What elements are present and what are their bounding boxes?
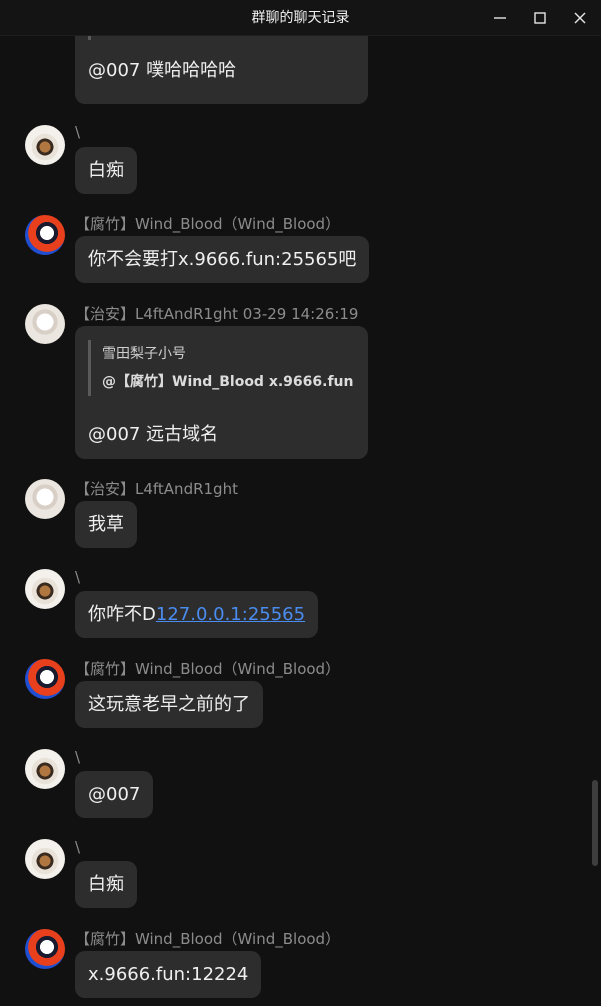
title-bar: 群聊的聊天记录	[0, 0, 601, 36]
sender-name: 【治安】L4ftAndR1ght	[75, 480, 238, 498]
quote-block: 雪田梨子小号 @【腐竹】Wind_Blood x.9666.fun	[88, 340, 354, 396]
maximize-button[interactable]	[526, 6, 554, 30]
sender-name: 【治安】L4ftAndR1ght 03-29 14:26:19	[75, 305, 359, 323]
sender-name: \	[75, 838, 81, 856]
quote-block	[88, 36, 102, 40]
maximize-icon	[534, 12, 546, 24]
avatar[interactable]	[25, 659, 65, 699]
avatar[interactable]	[25, 125, 65, 165]
message-bubble[interactable]: 雪田梨子小号 @【腐竹】Wind_Blood x.9666.fun @007 远…	[75, 326, 368, 459]
message-bubble[interactable]: 白痴	[75, 861, 137, 908]
message-bubble[interactable]: 你不会要打x.9666.fun:25565吧	[75, 236, 370, 283]
quote-text: @【腐竹】Wind_Blood x.9666.fun	[102, 374, 354, 390]
chat-history[interactable]: @007 噗哈哈哈哈 \ 白痴 【腐竹】Wind_Blood（Wind_Bloo…	[0, 36, 601, 1006]
reply-text: @007 远古域名	[88, 424, 219, 445]
sender-name: \	[75, 748, 81, 766]
message-bubble[interactable]: 你咋不D127.0.0.1:25565	[75, 591, 319, 638]
sender-name: 【腐竹】Wind_Blood（Wind_Blood）	[75, 660, 341, 678]
sender-name: 【腐竹】Wind_Blood（Wind_Blood）	[75, 215, 341, 233]
avatar[interactable]	[25, 749, 65, 789]
quote-author: 雪田梨子小号	[102, 346, 186, 362]
avatar[interactable]	[25, 929, 65, 969]
avatar[interactable]	[25, 479, 65, 519]
reply-text: @007 噗哈哈哈哈	[88, 60, 237, 81]
message-bubble[interactable]: 这玩意老早之前的了	[75, 681, 263, 728]
message-bubble[interactable]: x.9666.fun:12224	[75, 951, 262, 998]
close-button[interactable]	[566, 6, 594, 30]
message-bubble[interactable]: 我草	[75, 501, 137, 548]
scrollbar-thumb[interactable]	[592, 780, 598, 866]
avatar[interactable]	[25, 569, 65, 609]
sender-name: 【腐竹】Wind_Blood（Wind_Blood）	[75, 930, 341, 948]
message-bubble[interactable]: 白痴	[75, 147, 137, 194]
message-text: 你咋不D	[88, 604, 156, 625]
sender-name: \	[75, 568, 81, 586]
avatar[interactable]	[25, 215, 65, 255]
minimize-button[interactable]	[486, 6, 514, 30]
message-bubble[interactable]: @007 噗哈哈哈哈	[75, 36, 368, 104]
message-bubble[interactable]: @007	[75, 771, 154, 818]
close-icon	[574, 12, 586, 24]
sender-name: \	[75, 123, 81, 141]
avatar[interactable]	[25, 839, 65, 879]
avatar[interactable]	[25, 304, 65, 344]
message-link[interactable]: 127.0.0.1:25565	[156, 604, 305, 625]
minimize-icon	[494, 17, 506, 19]
